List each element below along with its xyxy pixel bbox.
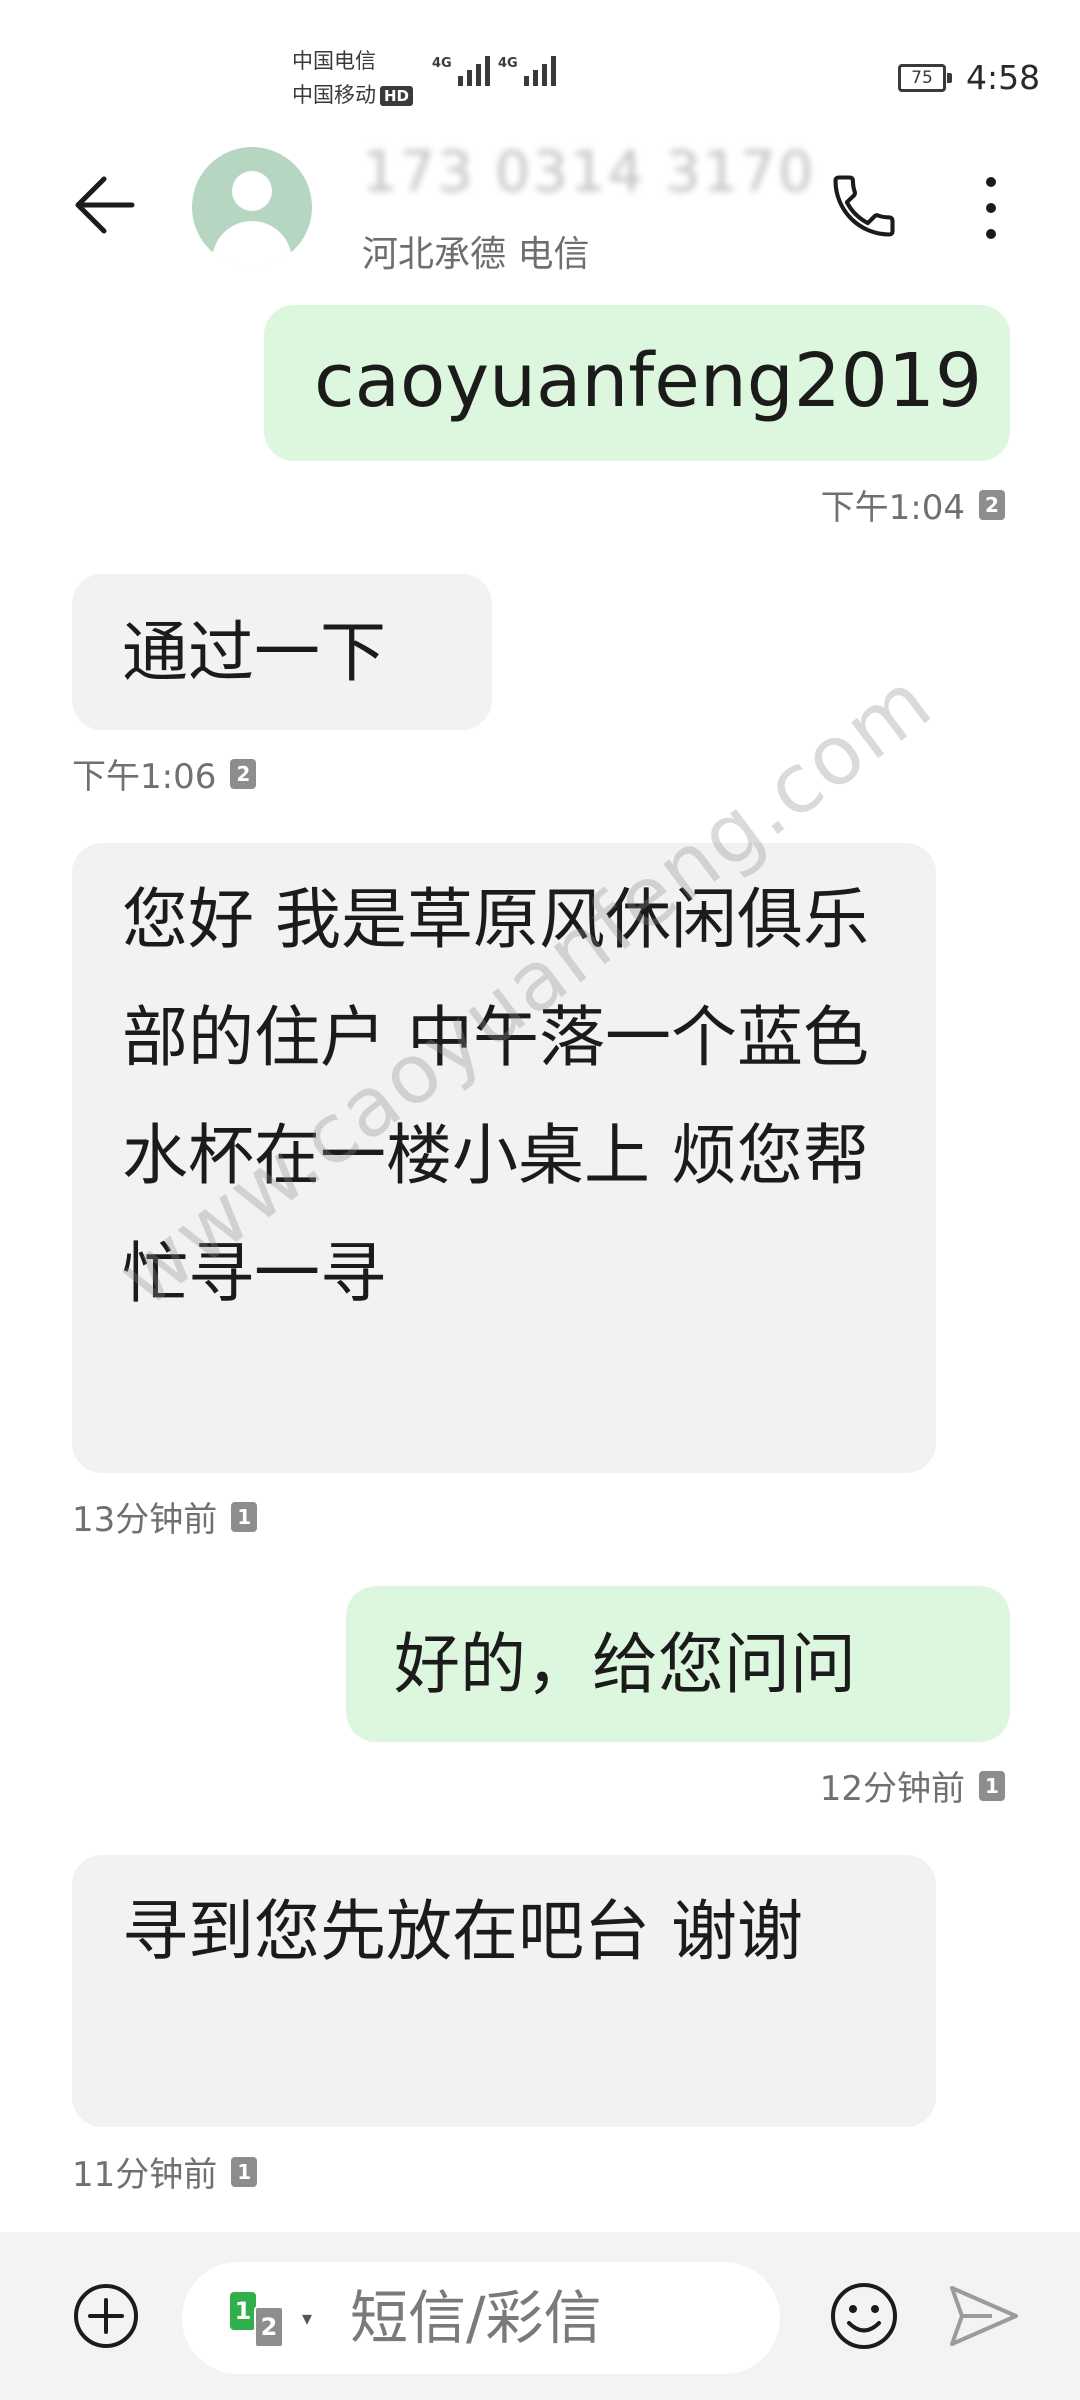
message-time: 13分钟前: [72, 1500, 218, 1540]
sim-selector[interactable]: 1 2 ▾: [230, 2292, 320, 2352]
sim-badge-icon: 1: [979, 1770, 1005, 1801]
message-input-placeholder[interactable]: 短信/彩信: [350, 2278, 602, 2358]
emoji-icon[interactable]: [828, 2280, 900, 2352]
message-bubble-incoming[interactable]: 通过一下: [72, 574, 492, 730]
phone-icon[interactable]: [826, 168, 902, 244]
chevron-down-icon: ▾: [302, 2306, 313, 2330]
message-bubble-incoming[interactable]: 寻到您先放在吧台 谢谢: [72, 1855, 936, 2127]
message-meta: 11分钟前 1: [72, 2147, 258, 2196]
sim-badge-icon: 1: [231, 1501, 258, 1532]
status-bar: 中国电信 中国移动 HD 4G 4G 75 4:58: [0, 0, 1080, 135]
message-meta: 下午1:06 2: [72, 749, 257, 798]
back-arrow-icon[interactable]: [70, 165, 150, 245]
send-icon[interactable]: [948, 2282, 1020, 2350]
avatar[interactable]: [192, 147, 312, 267]
sim-badge-icon: 2: [230, 758, 257, 789]
sim-2-icon: 2: [254, 2306, 284, 2348]
message-time: 下午1:06: [72, 757, 217, 797]
status-time: 4:58: [966, 58, 1041, 97]
message-meta: 下午1:04 2: [821, 480, 1005, 529]
message-meta: 13分钟前 1: [72, 1492, 258, 1541]
signal-icon: 4G: [498, 56, 556, 86]
message-time: 11分钟前: [72, 2155, 218, 2195]
sim-badge-icon: 1: [231, 2156, 258, 2187]
sim-badge-icon: 2: [979, 489, 1005, 520]
add-circle-icon[interactable]: [72, 2282, 140, 2350]
carrier-2: 中国移动: [292, 83, 376, 107]
message-time: 下午1:04: [820, 488, 965, 528]
sim-1-icon: 1: [230, 2292, 256, 2330]
message-bubble-outgoing[interactable]: caoyuanfeng2019: [264, 305, 1010, 461]
message-bubble-outgoing[interactable]: 好的，给您问问: [346, 1586, 1010, 1742]
contact-location: 河北承德 电信: [362, 234, 590, 275]
signal-icon: 4G: [432, 56, 490, 86]
contact-number[interactable]: 173 0314 3170: [362, 140, 816, 205]
message-meta: 12分钟前 1: [820, 1761, 1005, 1810]
hd-badge: HD: [380, 86, 414, 106]
carrier-1: 中国电信: [292, 49, 376, 73]
carrier-info: 中国电信 中国移动 HD: [292, 44, 414, 112]
battery-icon: 75: [898, 64, 952, 92]
message-bubble-incoming[interactable]: 您好 我是草原风休闲俱乐部的住户 中午落一个蓝色水杯在一楼小桌上 烦您帮忙寻一寻: [72, 843, 936, 1473]
message-time: 12分钟前: [819, 1769, 965, 1809]
more-vertical-icon[interactable]: [966, 170, 1016, 246]
